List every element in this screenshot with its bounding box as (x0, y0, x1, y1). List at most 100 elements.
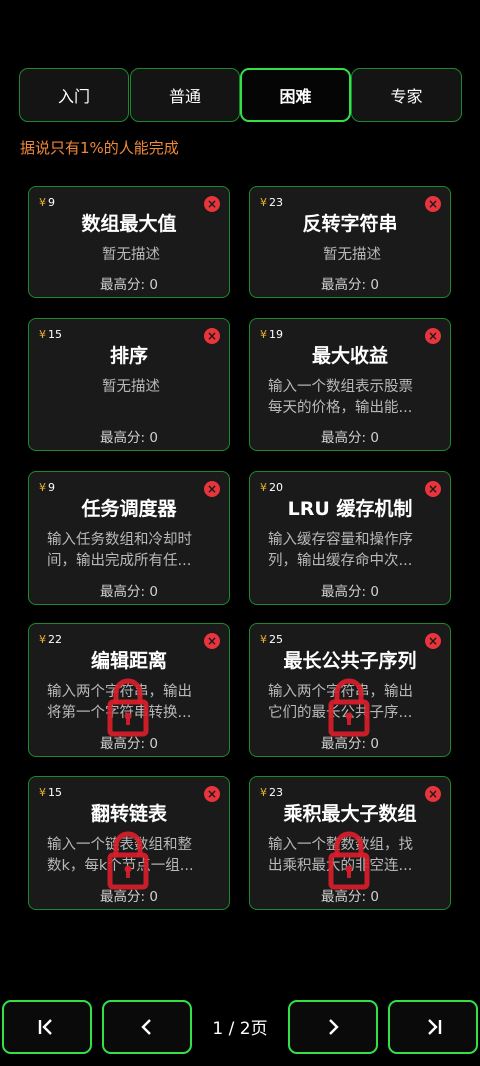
card-description-line: 数k，每k个节点一组... (47, 858, 194, 874)
card-high-score: 最高分: 0 (321, 584, 379, 600)
card-description-line: 输入缓存容量和操作序 (268, 532, 413, 548)
card-high-score: 最高分: 0 (321, 889, 379, 905)
challenge-card[interactable]: ¥19 × 最大收益 输入一个数组表示股票 每天的价格，输出能... 最高分: 0 (249, 318, 451, 451)
card-high-score: 最高分: 0 (321, 430, 379, 446)
card-description-line: 输入任务数组和冷却时 (47, 532, 192, 548)
card-description: 输入一个数组表示股票 每天的价格，输出能... (268, 377, 436, 419)
card-high-score: 最高分: 0 (100, 584, 158, 600)
challenge-card[interactable]: ¥25 × 最长公共子序列 输入两个字符串，输出 它们的最长公共子序... 最高分: 0 (249, 623, 451, 757)
card-price: ¥20 (260, 481, 283, 494)
card-high-score: 最高分: 0 (100, 430, 158, 446)
prev-page-button[interactable] (102, 1000, 192, 1054)
card-high-score: 最高分: 0 (100, 277, 158, 293)
card-price: ¥15 (39, 786, 62, 799)
card-description-line: 出乘积最大的非空连... (268, 858, 413, 874)
card-description-line: 每天的价格，输出能... (268, 400, 413, 416)
card-price: ¥15 (39, 328, 62, 341)
card-high-score: 最高分: 0 (321, 277, 379, 293)
card-description-line: 间，输出完成所有任... (47, 553, 192, 569)
card-description-line: 输入一个整数数组，找 (268, 837, 413, 853)
card-title: 编辑距离 (90, 650, 167, 672)
card-description-line: 暂无描述 (102, 247, 160, 263)
card-description: 输入一个整数数组，找 出乘积最大的非空连... (268, 835, 436, 877)
card-title: 排序 (109, 345, 148, 367)
card-description-line: 输入两个字符串，输出 (268, 684, 413, 700)
currency-icon: ¥ (39, 786, 46, 799)
card-price: ¥22 (39, 633, 62, 646)
card-price-value: 15 (48, 786, 62, 799)
card-title: 乘积最大子数组 (283, 803, 417, 825)
challenge-card[interactable]: ¥23 × 乘积最大子数组 输入一个整数数组，找 出乘积最大的非空连... 最高分: 0 (249, 776, 451, 910)
card-price: ¥23 (260, 786, 283, 799)
card-price-value: 25 (269, 633, 283, 646)
challenge-card[interactable]: ¥9 × 数组最大值 暂无描述 最高分: 0 (28, 186, 230, 298)
currency-icon: ¥ (39, 196, 46, 209)
challenge-card[interactable]: ¥23 × 反转字符串 暂无描述 最高分: 0 (249, 186, 451, 298)
card-description-line: 输入一个数组表示股票 (268, 379, 413, 395)
card-title: 翻转链表 (90, 803, 167, 825)
tab-beginner[interactable]: 入门 (19, 68, 129, 122)
difficulty-notice: 据说只有1%的人能完成 (20, 139, 179, 157)
card-price-value: 19 (269, 328, 283, 341)
card-description: 暂无描述 (47, 245, 215, 266)
tab-hard[interactable]: 困难 (240, 68, 351, 122)
card-price-value: 20 (269, 481, 283, 494)
card-description: 输入两个字符串，输出 将第一个字符串转换... (47, 682, 215, 724)
difficulty-tabs: 入门 普通 困难 专家 (19, 68, 462, 124)
first-page-icon (38, 1019, 52, 1035)
card-description: 暂无描述 (47, 377, 215, 398)
card-description-line: 它们的最长公共子序... (268, 705, 413, 721)
card-description: 输入缓存容量和操作序 列，输出缓存命中次... (268, 530, 436, 572)
card-price-value: 23 (269, 786, 283, 799)
challenge-card[interactable]: ¥20 × LRU 缓存机制 输入缓存容量和操作序 列，输出缓存命中次... 最高分: 0 (249, 471, 451, 605)
card-description: 输入一个链表数组和整 数k，每k个节点一组... (47, 835, 215, 877)
card-description: 输入两个字符串，输出 它们的最长公共子序... (268, 682, 436, 724)
last-page-button[interactable] (388, 1000, 478, 1054)
card-price-value: 15 (48, 328, 62, 341)
card-description-line: 暂无描述 (102, 379, 160, 395)
card-title: 最大收益 (311, 345, 388, 367)
card-price: ¥25 (260, 633, 283, 646)
prev-page-icon (141, 1019, 151, 1035)
tab-expert[interactable]: 专家 (351, 68, 462, 122)
next-page-button[interactable] (288, 1000, 378, 1054)
challenge-card[interactable]: ¥15 × 排序 暂无描述 最高分: 0 (28, 318, 230, 451)
last-page-icon (428, 1019, 442, 1035)
challenge-card[interactable]: ¥22 × 编辑距离 输入两个字符串，输出 将第一个字符串转换... 最高分: 0 (28, 623, 230, 757)
currency-icon: ¥ (260, 328, 267, 341)
page-indicator: 1 / 2页 (212, 1019, 268, 1039)
challenge-card[interactable]: ¥9 × 任务调度器 输入任务数组和冷却时 间，输出完成所有任... 最高分: 0 (28, 471, 230, 605)
card-description-line: 将第一个字符串转换... (47, 705, 192, 721)
card-price-value: 9 (48, 481, 55, 494)
card-title: 最长公共子序列 (283, 650, 417, 672)
card-price-value: 9 (48, 196, 55, 209)
card-title: LRU 缓存机制 (287, 498, 413, 520)
card-description-line: 列，输出缓存命中次... (268, 553, 413, 569)
card-price: ¥19 (260, 328, 283, 341)
next-page-icon (329, 1019, 339, 1035)
card-description-line: 输入两个字符串，输出 (47, 684, 192, 700)
card-title: 数组最大值 (81, 213, 177, 235)
card-high-score: 最高分: 0 (321, 736, 379, 752)
first-page-button[interactable] (2, 1000, 92, 1054)
card-title: 反转字符串 (302, 213, 398, 235)
currency-icon: ¥ (39, 328, 46, 341)
currency-icon: ¥ (39, 633, 46, 646)
card-price: ¥23 (260, 196, 283, 209)
currency-icon: ¥ (260, 786, 267, 799)
card-description-line: 输入一个链表数组和整 (47, 837, 192, 853)
challenge-card[interactable]: ¥15 × 翻转链表 输入一个链表数组和整 数k，每k个节点一组... 最高分: 0 (28, 776, 230, 910)
card-price-value: 23 (269, 196, 283, 209)
card-price-value: 22 (48, 633, 62, 646)
card-description: 暂无描述 (268, 245, 436, 266)
card-description: 输入任务数组和冷却时 间，输出完成所有任... (47, 530, 215, 572)
currency-icon: ¥ (260, 481, 267, 494)
card-title: 任务调度器 (81, 498, 177, 520)
card-price: ¥9 (39, 481, 55, 494)
card-high-score: 最高分: 0 (100, 889, 158, 905)
tab-normal[interactable]: 普通 (130, 68, 240, 122)
card-high-score: 最高分: 0 (100, 736, 158, 752)
card-price: ¥9 (39, 196, 55, 209)
currency-icon: ¥ (260, 633, 267, 646)
card-description-line: 暂无描述 (323, 247, 381, 263)
